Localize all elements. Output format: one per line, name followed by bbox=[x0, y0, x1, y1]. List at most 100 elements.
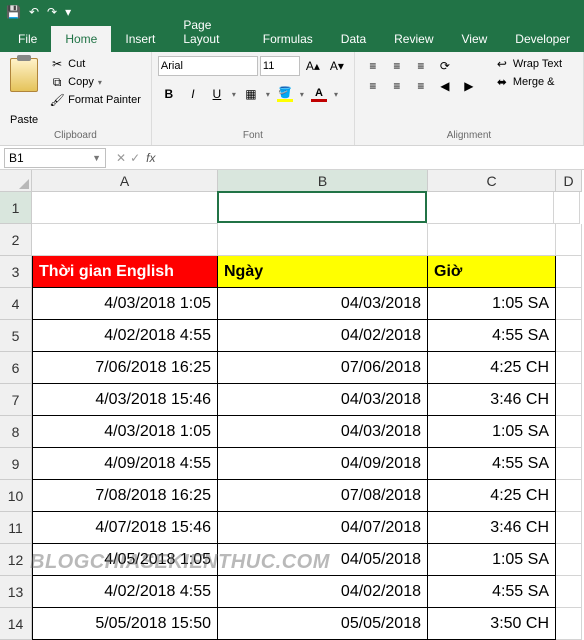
cell[interactable]: 5/05/2018 15:50 bbox=[32, 608, 218, 640]
cell[interactable]: 7/08/2018 16:25 bbox=[32, 480, 218, 512]
column-header-C[interactable]: C bbox=[428, 170, 556, 192]
wrap-text-button[interactable]: ↩ Wrap Text bbox=[491, 56, 566, 72]
cell[interactable] bbox=[556, 352, 582, 384]
cell[interactable]: 04/07/2018 bbox=[218, 512, 428, 544]
cell[interactable] bbox=[556, 576, 582, 608]
copy-button[interactable]: ⧉ Copy ▾ bbox=[46, 74, 145, 90]
align-top-button[interactable]: ≡ bbox=[361, 56, 385, 76]
cell[interactable]: 3:46 CH bbox=[428, 384, 556, 416]
cell[interactable] bbox=[556, 256, 582, 288]
cell[interactable] bbox=[556, 448, 582, 480]
fx-icon[interactable]: fx bbox=[146, 151, 155, 165]
cell[interactable] bbox=[556, 480, 582, 512]
decrease-indent-button[interactable]: ◀ bbox=[433, 76, 457, 96]
cell[interactable] bbox=[556, 416, 582, 448]
cell[interactable]: 4/09/2018 4:55 bbox=[32, 448, 218, 480]
row-header[interactable]: 7 bbox=[0, 384, 32, 416]
cell[interactable]: 3:50 CH bbox=[428, 608, 556, 640]
underline-button[interactable]: U bbox=[206, 84, 228, 104]
cell[interactable]: 04/02/2018 bbox=[218, 576, 428, 608]
tab-home[interactable]: Home bbox=[51, 26, 111, 52]
align-center-button[interactable]: ≡ bbox=[385, 76, 409, 96]
column-header-A[interactable]: A bbox=[32, 170, 218, 192]
align-bottom-button[interactable]: ≡ bbox=[409, 56, 433, 76]
cell[interactable]: 04/02/2018 bbox=[218, 320, 428, 352]
cell[interactable] bbox=[218, 224, 428, 256]
increase-font-button[interactable]: A▴ bbox=[302, 56, 324, 76]
cell[interactable] bbox=[556, 224, 582, 256]
qat-more-icon[interactable]: ▾ bbox=[65, 5, 71, 19]
cell[interactable]: 04/03/2018 bbox=[218, 384, 428, 416]
save-icon[interactable]: 💾 bbox=[6, 5, 21, 19]
cell[interactable]: 1:05 SA bbox=[428, 544, 556, 576]
cell[interactable] bbox=[556, 512, 582, 544]
row-header[interactable]: 13 bbox=[0, 576, 32, 608]
tab-developer[interactable]: Developer bbox=[501, 26, 584, 52]
cell[interactable]: Giờ bbox=[428, 256, 556, 288]
cell[interactable]: 04/03/2018 bbox=[218, 288, 428, 320]
align-right-button[interactable]: ≡ bbox=[409, 76, 433, 96]
cell[interactable] bbox=[32, 224, 218, 256]
increase-indent-button[interactable]: ▶ bbox=[457, 76, 481, 96]
row-header[interactable]: 14 bbox=[0, 608, 32, 640]
bold-button[interactable]: B bbox=[158, 84, 180, 104]
tab-review[interactable]: Review bbox=[380, 26, 447, 52]
italic-button[interactable]: I bbox=[182, 84, 204, 104]
cell[interactable] bbox=[556, 288, 582, 320]
cell[interactable] bbox=[217, 191, 427, 223]
column-header-D[interactable]: D bbox=[556, 170, 582, 192]
cell[interactable]: 4:55 SA bbox=[428, 320, 556, 352]
cell[interactable]: 3:46 CH bbox=[428, 512, 556, 544]
chevron-down-icon[interactable]: ▾ bbox=[332, 90, 340, 99]
formula-input[interactable] bbox=[161, 148, 584, 168]
row-header[interactable]: 8 bbox=[0, 416, 32, 448]
borders-button[interactable]: ▦ bbox=[240, 84, 262, 104]
paste-button[interactable]: Paste bbox=[6, 56, 42, 128]
row-header[interactable]: 6 bbox=[0, 352, 32, 384]
cell[interactable]: 4:25 CH bbox=[428, 480, 556, 512]
cell[interactable]: 4/03/2018 1:05 bbox=[32, 416, 218, 448]
row-header[interactable]: 1 bbox=[0, 192, 32, 224]
fill-color-button[interactable]: 🪣 bbox=[274, 84, 296, 104]
worksheet-grid[interactable]: 1234567891011121314 ABCD Thời gian Engli… bbox=[0, 170, 584, 640]
chevron-down-icon[interactable]: ▾ bbox=[230, 90, 238, 99]
cell[interactable]: Ngày bbox=[218, 256, 428, 288]
cell[interactable]: 4/05/2018 1:05 bbox=[32, 544, 218, 576]
row-header[interactable]: 2 bbox=[0, 224, 32, 256]
select-all-corner[interactable] bbox=[0, 170, 32, 192]
font-family-select[interactable] bbox=[158, 56, 258, 76]
align-left-button[interactable]: ≡ bbox=[361, 76, 385, 96]
cell[interactable] bbox=[426, 192, 554, 224]
chevron-down-icon[interactable]: ▾ bbox=[264, 90, 272, 99]
cell[interactable]: 4/07/2018 15:46 bbox=[32, 512, 218, 544]
cell[interactable]: 4/03/2018 1:05 bbox=[32, 288, 218, 320]
column-header-B[interactable]: B bbox=[218, 170, 428, 192]
row-header[interactable]: 3 bbox=[0, 256, 32, 288]
merge-button[interactable]: ⬌ Merge & bbox=[491, 74, 566, 90]
row-header[interactable]: 5 bbox=[0, 320, 32, 352]
row-header[interactable]: 11 bbox=[0, 512, 32, 544]
row-header[interactable]: 4 bbox=[0, 288, 32, 320]
chevron-down-icon[interactable]: ▾ bbox=[298, 90, 306, 99]
tab-file[interactable]: File bbox=[4, 26, 51, 52]
tab-insert[interactable]: Insert bbox=[111, 26, 169, 52]
redo-icon[interactable]: ↷ bbox=[47, 5, 57, 19]
decrease-font-button[interactable]: A▾ bbox=[326, 56, 348, 76]
row-header[interactable]: 9 bbox=[0, 448, 32, 480]
orientation-button[interactable]: ⟳ bbox=[433, 56, 457, 76]
cell[interactable]: 7/06/2018 16:25 bbox=[32, 352, 218, 384]
cell[interactable] bbox=[556, 320, 582, 352]
name-box[interactable]: B1 ▼ bbox=[4, 148, 106, 168]
font-size-select[interactable] bbox=[260, 56, 300, 76]
cell[interactable] bbox=[554, 192, 580, 224]
cell[interactable] bbox=[556, 608, 582, 640]
tab-data[interactable]: Data bbox=[327, 26, 380, 52]
cell[interactable]: 4:55 SA bbox=[428, 448, 556, 480]
cell[interactable]: 4:25 CH bbox=[428, 352, 556, 384]
cell[interactable]: 05/05/2018 bbox=[218, 608, 428, 640]
row-header[interactable]: 12 bbox=[0, 544, 32, 576]
cell[interactable]: 4/02/2018 4:55 bbox=[32, 576, 218, 608]
cell[interactable]: 4/02/2018 4:55 bbox=[32, 320, 218, 352]
cell[interactable] bbox=[556, 544, 582, 576]
tab-pagelayout[interactable]: Page Layout bbox=[169, 12, 248, 52]
